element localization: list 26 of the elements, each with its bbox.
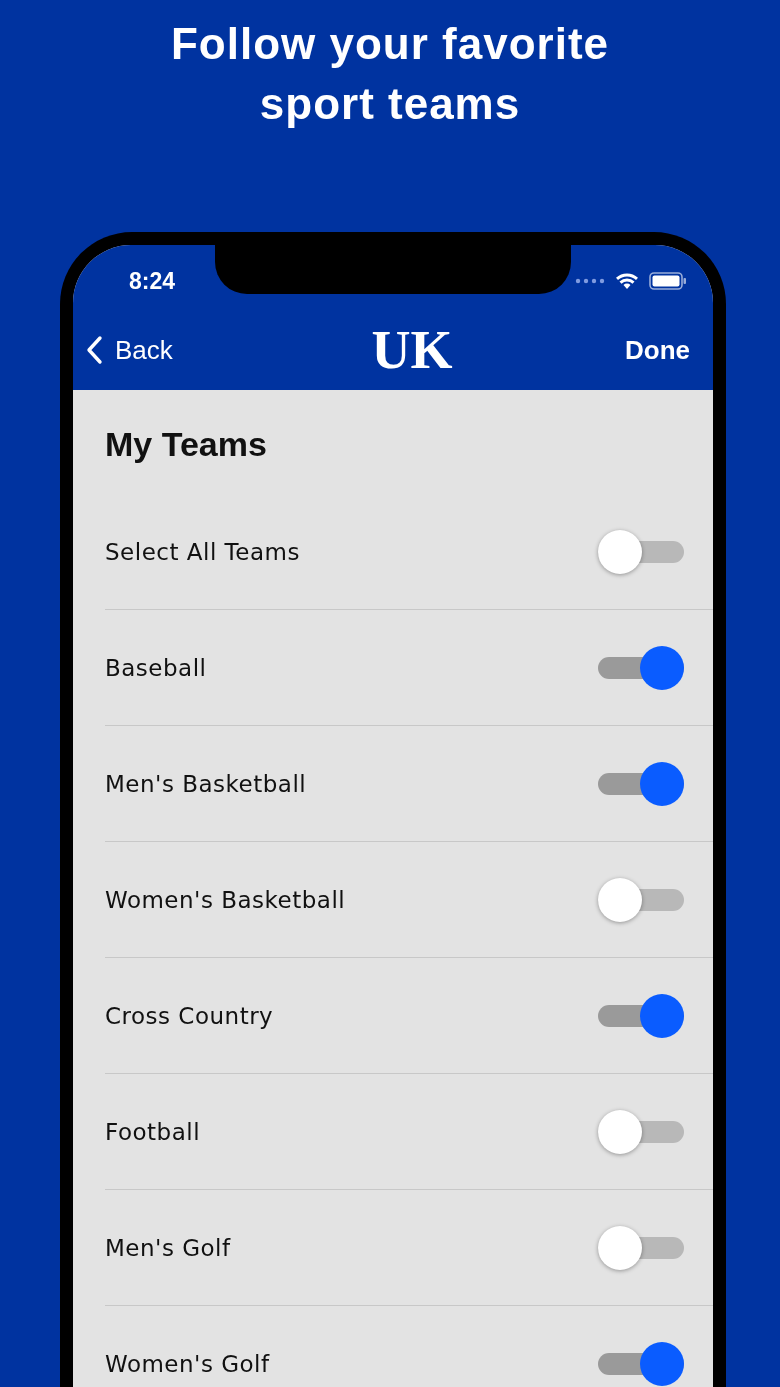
done-button[interactable]: Done [625,334,690,366]
toggle-switch[interactable] [598,1109,684,1154]
team-label: Baseball [105,654,207,681]
toggle-switch[interactable] [598,529,684,574]
team-label: Football [105,1118,201,1145]
chevron-left-icon [85,335,103,365]
toggle-switch[interactable] [598,761,684,806]
headline: Follow your favorite sport teams [169,18,610,130]
toggle-switch[interactable] [598,1225,684,1270]
logo: UK [370,319,454,382]
toggle-switch[interactable] [598,993,684,1038]
signal-icon [575,277,605,284]
team-label: Women's Basketball [105,886,346,913]
team-label: Men's Golf [105,1234,231,1261]
team-label: Women's Golf [105,1350,270,1377]
battery-icon [649,271,687,290]
toggle-switch[interactable] [598,645,684,690]
status-time: 8:24 [129,268,176,295]
team-label: Men's Basketball [105,770,307,797]
team-label: Select All Teams [105,538,300,565]
toggle-switch[interactable] [598,877,684,922]
team-label: Cross Country [105,1002,274,1029]
toggle-switch[interactable] [598,1341,684,1386]
back-button[interactable]: Back [85,334,173,366]
wifi-icon [615,271,639,290]
section-title: My Teams [105,424,268,465]
